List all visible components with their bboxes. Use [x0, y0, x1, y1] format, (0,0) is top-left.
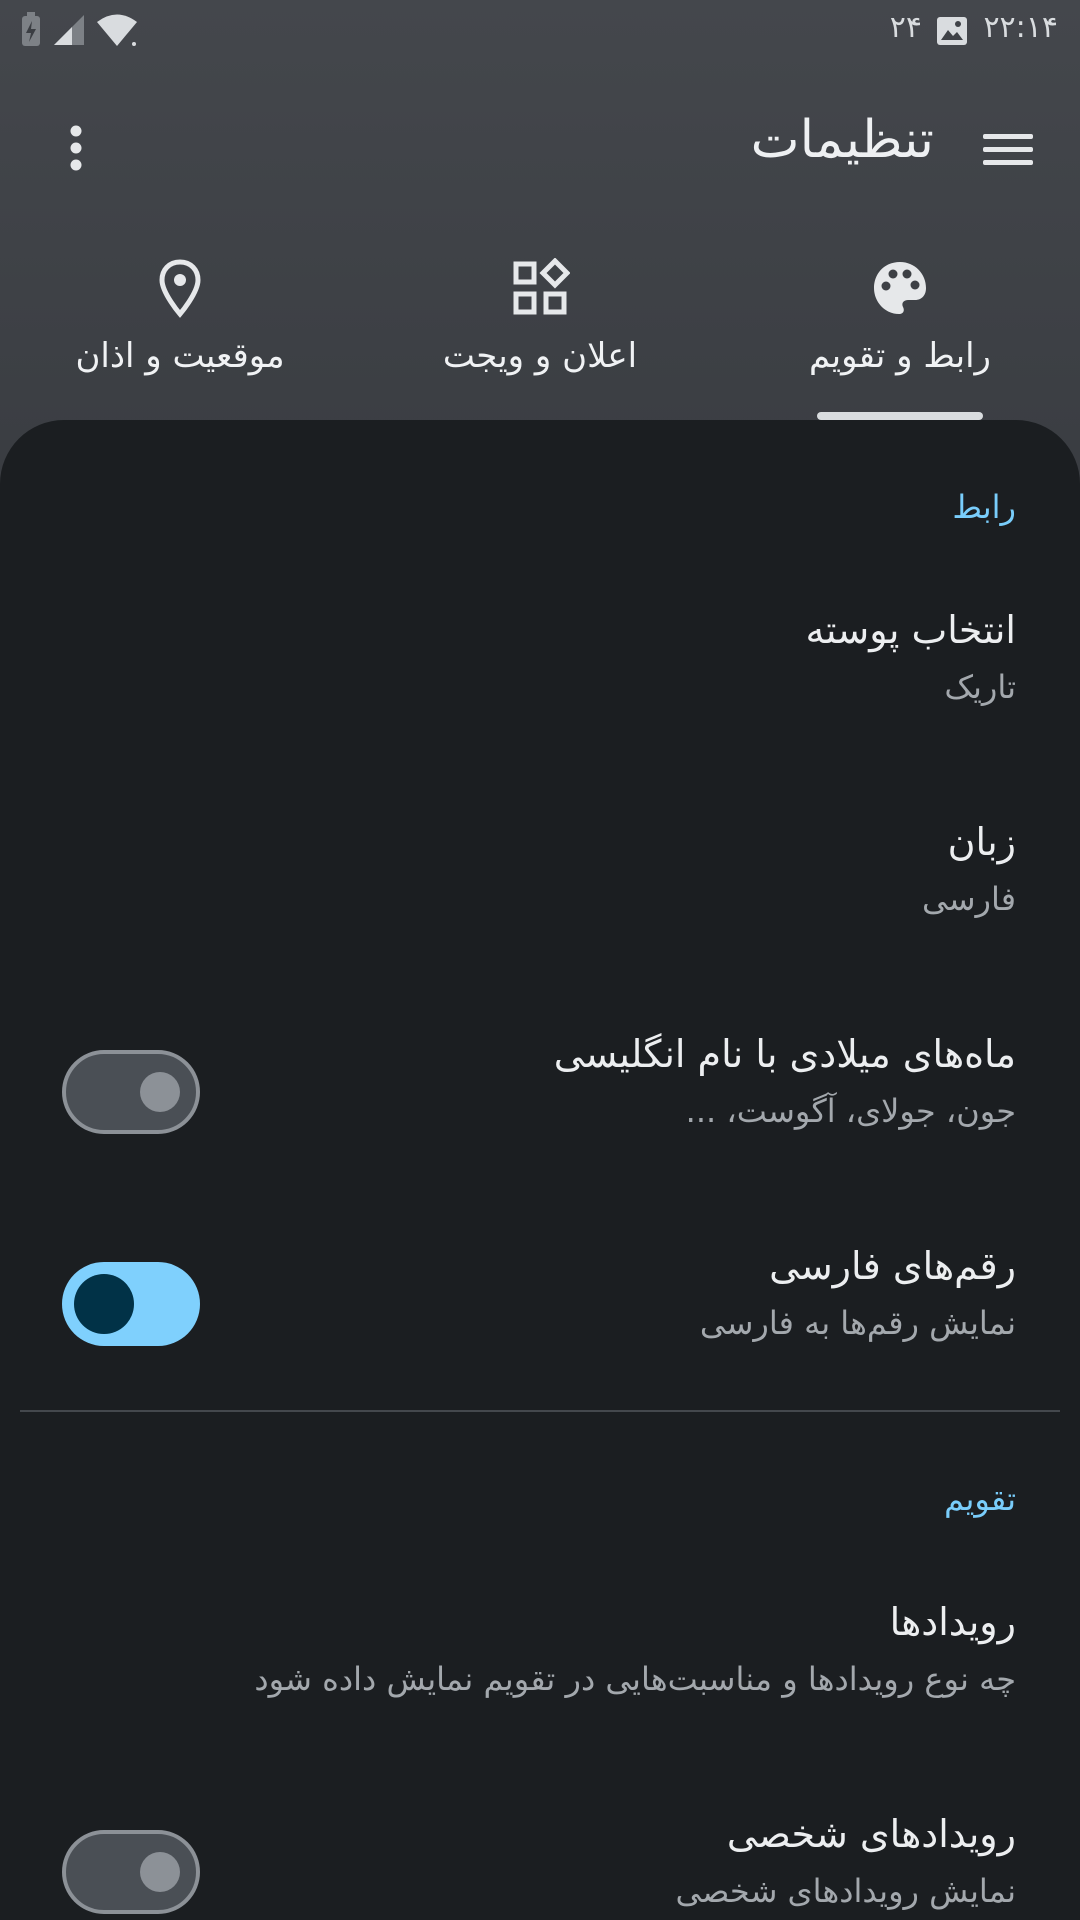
widgets-icon: [513, 258, 570, 315]
tab-label: رابط و تقویم: [809, 336, 991, 376]
tab-interface-calendar[interactable]: رابط و تقویم: [750, 240, 1050, 420]
image-notification-icon: [937, 17, 967, 45]
status-bar: ۲۴ ۲۲:۱۴: [0, 0, 1080, 64]
battery-charging-icon: [22, 12, 40, 46]
settings-list: رابط انتخاب پوسته تاریک زبان فارسی ماه‌ه…: [0, 420, 1080, 1920]
tab-location-azan[interactable]: موقعیت و اذان: [30, 240, 330, 420]
pref-title: رویدادها: [889, 1600, 1016, 1644]
theme-preference[interactable]: انتخاب پوسته تاریک: [0, 608, 1016, 706]
language-preference[interactable]: زبان فارسی: [0, 820, 1016, 918]
persian-digits-switch[interactable]: [62, 1262, 200, 1346]
status-icons: [20, 12, 138, 48]
section-header-calendar: تقویم: [944, 1480, 1016, 1518]
selected-tab-indicator: [817, 412, 983, 420]
switch-knob: [140, 1072, 180, 1112]
tab-notification-widget[interactable]: اعلان و ویجت: [390, 240, 690, 420]
location-pin-icon: [159, 259, 201, 318]
pref-summary: چه نوع رویدادها و مناسبت‌هایی در تقویم ن…: [254, 1660, 1016, 1698]
events-preference[interactable]: رویدادها چه نوع رویدادها و مناسبت‌هایی د…: [0, 1600, 1016, 1698]
pref-title: زبان: [947, 820, 1016, 864]
tab-label: موقعیت و اذان: [75, 336, 285, 376]
section-divider: [20, 1410, 1060, 1412]
hamburger-menu-icon: [983, 134, 1033, 165]
tab-bar: رابط و تقویم اعلان و ویجت موقعیت و اذان: [0, 240, 1080, 420]
pref-title: انتخاب پوسته: [805, 608, 1016, 652]
switch-knob: [74, 1274, 134, 1334]
pref-value: فارسی: [922, 880, 1016, 918]
signal-icon: [54, 15, 84, 45]
pref-value: تاریک: [944, 668, 1016, 706]
wifi-icon: [97, 14, 137, 46]
status-time: ۲۲:۱۴: [983, 10, 1058, 45]
status-date: ۲۴: [889, 10, 922, 45]
section-header-interface: رابط: [952, 488, 1016, 526]
page-title: تنظیمات: [750, 110, 934, 170]
switch-knob: [140, 1852, 180, 1892]
english-months-switch[interactable]: [62, 1050, 200, 1134]
menu-button[interactable]: [976, 118, 1040, 182]
personal-events-switch[interactable]: [62, 1830, 200, 1914]
palette-icon: [874, 262, 926, 314]
tab-label: اعلان و ویجت: [442, 336, 638, 376]
more-vert-icon: [70, 125, 82, 171]
overflow-menu-button[interactable]: [44, 116, 108, 180]
